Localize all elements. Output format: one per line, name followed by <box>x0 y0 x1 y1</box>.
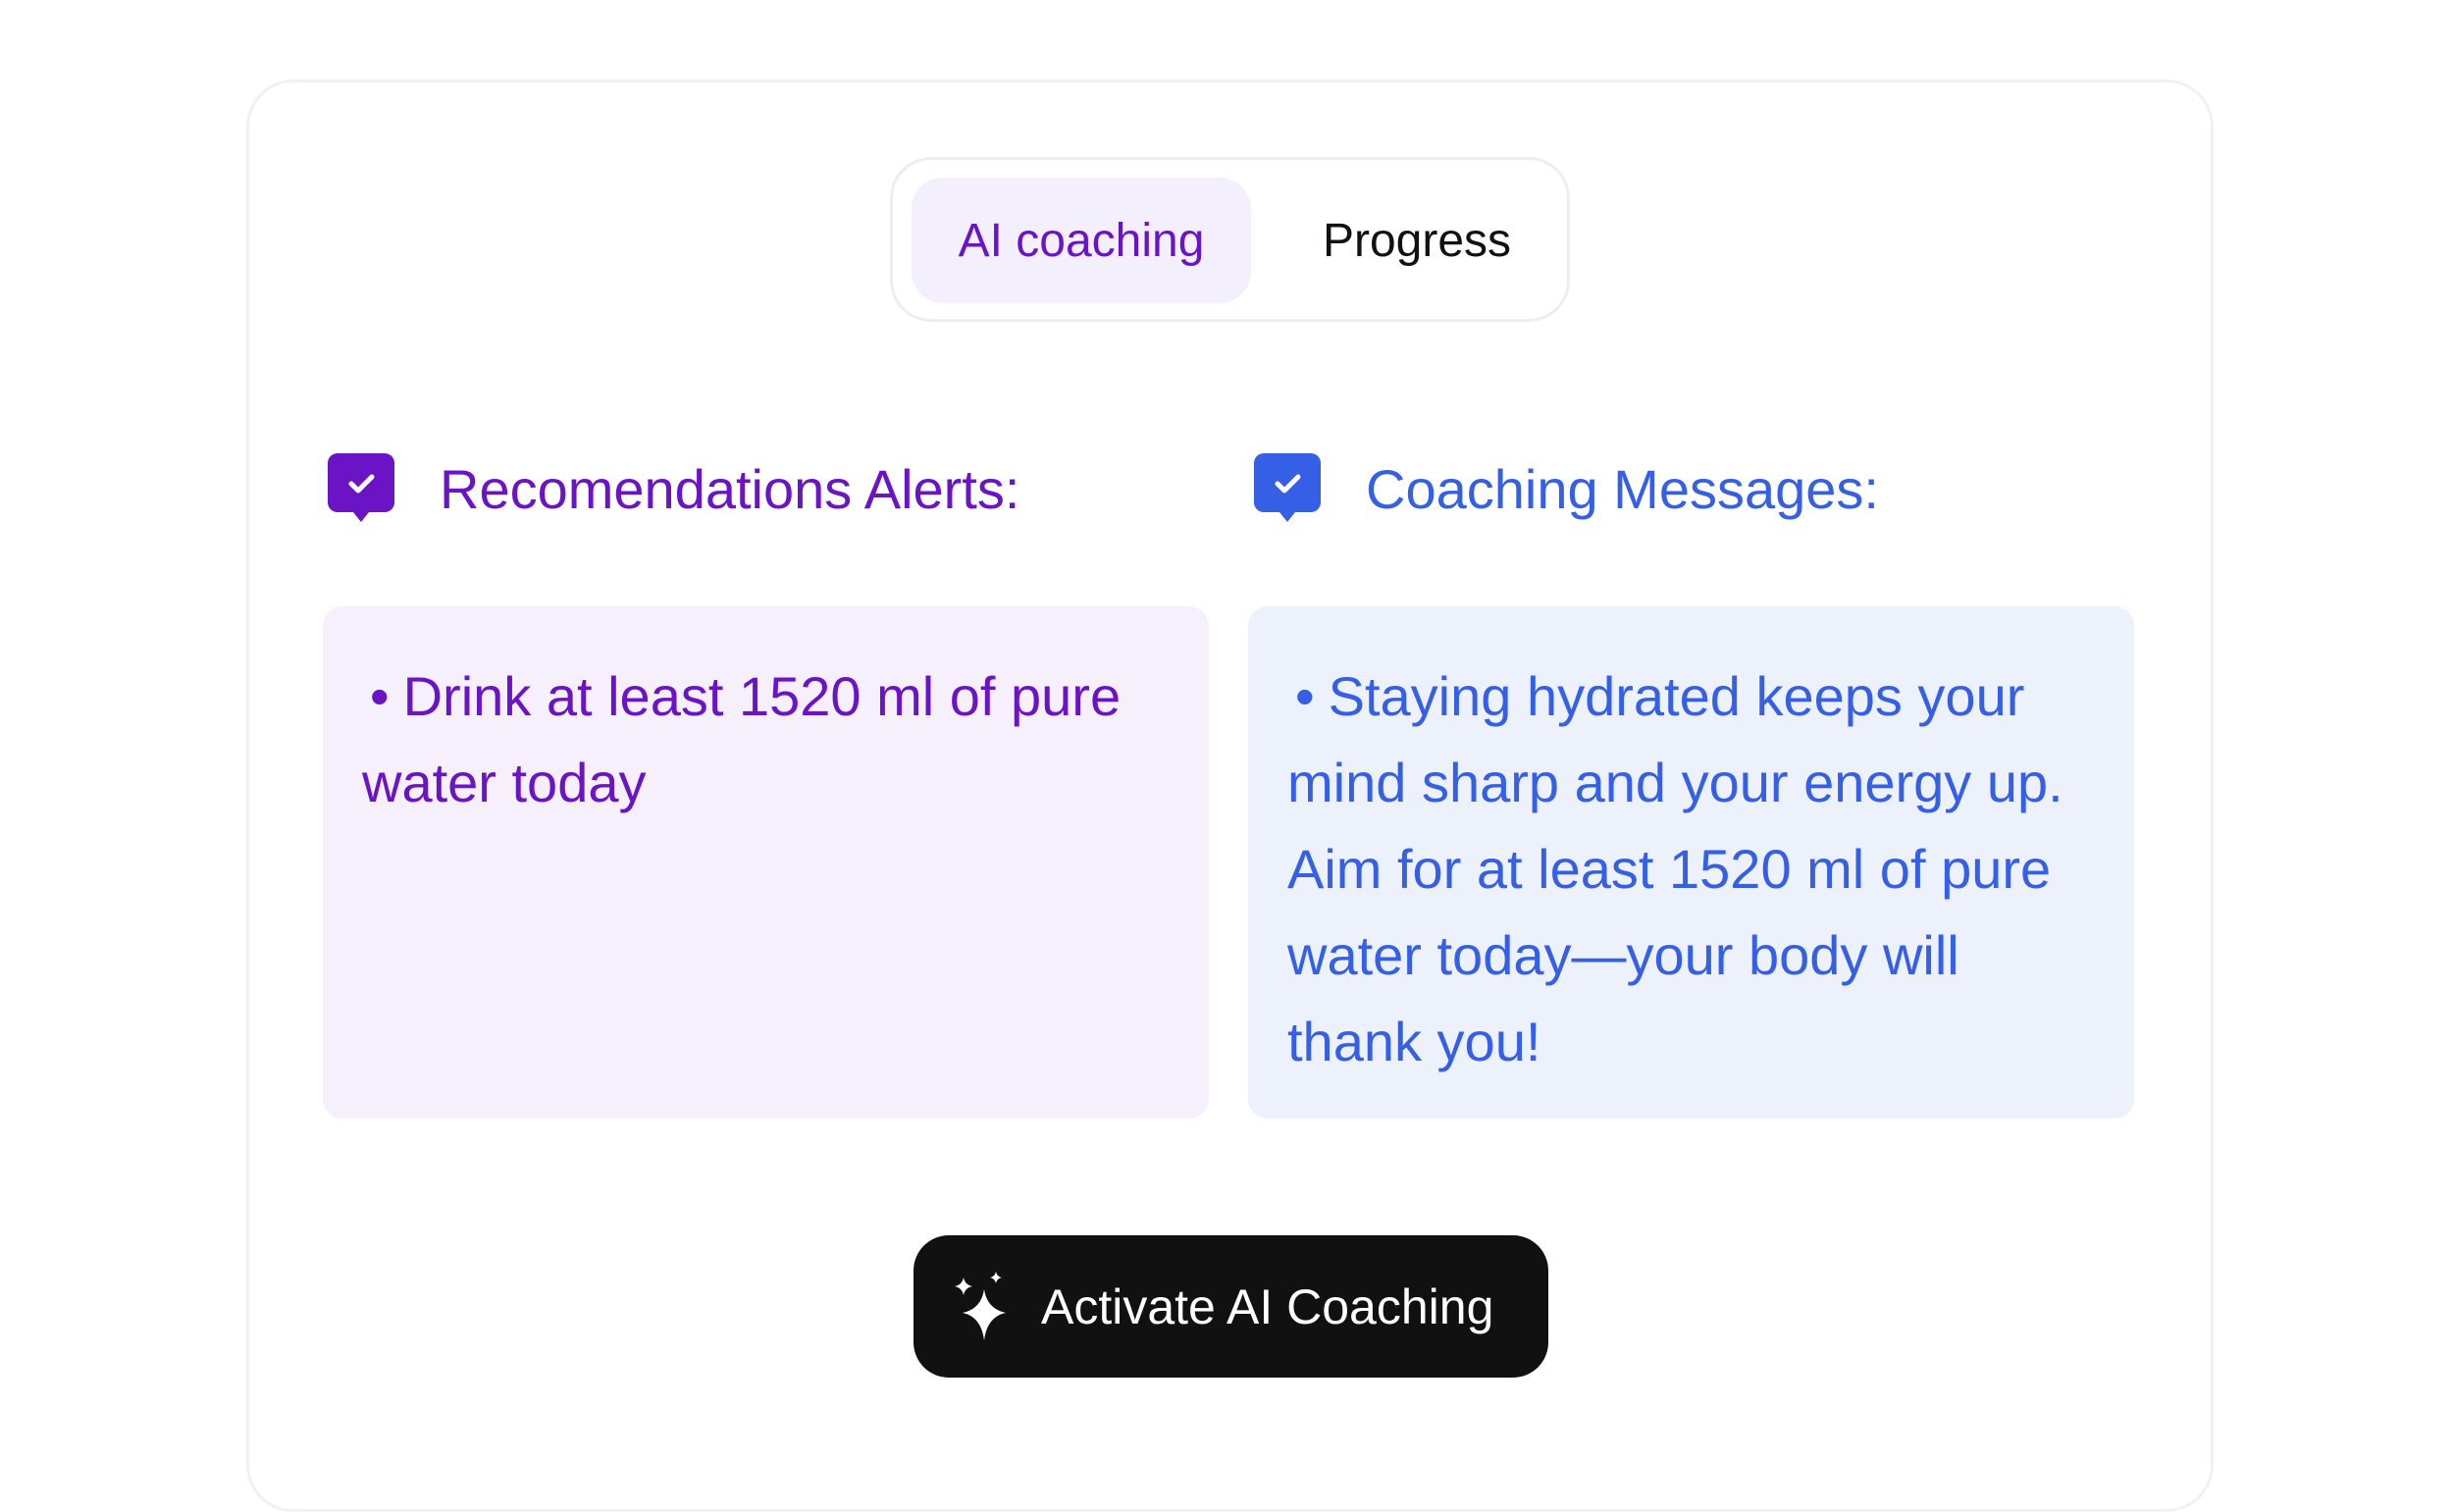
coaching-messages-title: Coaching Messages: <box>1366 457 1879 520</box>
chat-check-icon <box>1254 453 1321 522</box>
recommendation-alert-box: • Drink at least 1520 ml of pure water to… <box>323 606 1209 1119</box>
tab-switcher: AI coaching Progress <box>890 157 1570 322</box>
activate-button-label: Activate AI Coaching <box>1041 1278 1494 1334</box>
coaching-message-text: Staying hydrated keeps your mind sharp a… <box>1287 665 2063 1072</box>
recommendations-title: Recomendations Alerts: <box>440 457 1020 520</box>
tab-ai-coaching[interactable]: AI coaching <box>912 178 1251 303</box>
bullet: • <box>370 665 390 727</box>
activate-ai-coaching-button[interactable]: Activate AI Coaching <box>913 1235 1548 1378</box>
recommendation-text: Drink at least 1520 ml of pure water tod… <box>362 665 1122 813</box>
tab-progress[interactable]: Progress <box>1280 178 1553 303</box>
chat-check-icon <box>328 453 394 522</box>
recommendations-header: Recomendations Alerts: <box>328 451 1019 526</box>
coaching-messages-header: Coaching Messages: <box>1254 451 1879 526</box>
bullet: • <box>1295 665 1315 727</box>
coaching-message-box: • Staying hydrated keeps your mind sharp … <box>1248 606 2134 1119</box>
sparkle-icon <box>955 1271 1006 1340</box>
